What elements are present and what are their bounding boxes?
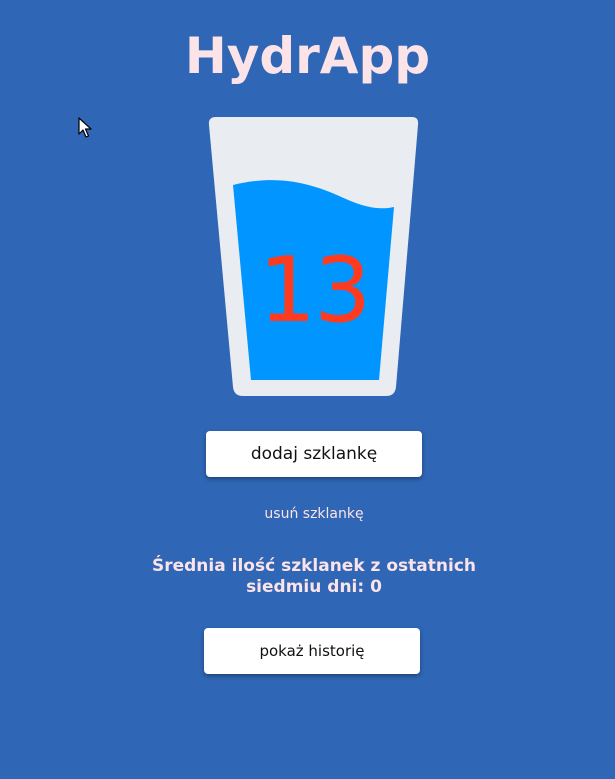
show-history-button[interactable]: pokaż historię <box>204 628 420 674</box>
app-title: HydrApp <box>184 27 431 85</box>
add-glass-button[interactable]: dodaj szklankę <box>206 431 422 477</box>
mouse-pointer-icon <box>78 117 92 138</box>
remove-glass-link[interactable]: usuń szklankę <box>0 506 615 522</box>
water-glass: 13 <box>206 115 422 399</box>
seven-day-average: Średnia ilość szklanek z ostatnich siedm… <box>151 556 476 597</box>
glass-count: 13 <box>258 238 372 343</box>
